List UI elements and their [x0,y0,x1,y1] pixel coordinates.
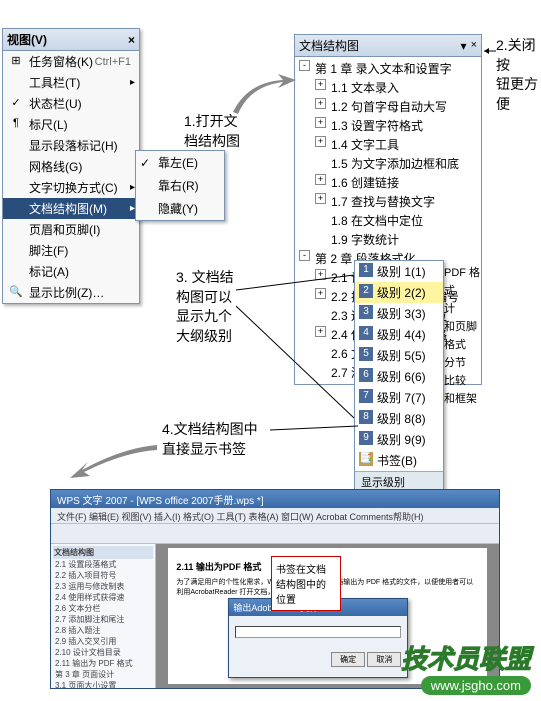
side-item[interactable]: 2.10 设计文档目录 [53,647,153,658]
submenu-item[interactable]: 靠右(R) [136,174,224,197]
menu-icon: ¶ [7,117,25,133]
arrow-2 [484,44,498,58]
tree-node[interactable]: 1.9 字数统计 [297,230,479,249]
view-menu-title: 视图(V) × [3,29,139,51]
menu-icon [7,201,25,217]
tree-peek: PDF 格式计和页脚格式分节比较和框架 [444,264,482,408]
arrow-down [52,440,162,490]
wps-toolbar[interactable] [51,524,499,544]
tree-toggle[interactable]: + [315,117,326,128]
side-item[interactable]: 2.7 添加脚注和尾注 [53,614,153,625]
side-item[interactable]: 2.11 输出为 PDF 格式 [53,658,153,669]
menu-icon [7,159,25,175]
level-item[interactable]: 3级别 3(3) [355,303,443,324]
menu-icon [7,75,25,91]
level-item[interactable]: 7级别 7(7) [355,387,443,408]
menu-item[interactable]: ✓状态栏(U) [3,93,139,114]
menu-close-icon[interactable]: × [128,33,135,47]
level-menu: 1级别 1(1)2级别 2(2)3级别 3(3)4级别 4(4)5级别 5(5)… [354,260,444,493]
menu-item[interactable]: 标记(A) [3,261,139,282]
wps-menubar[interactable]: 文件(F) 编辑(E) 视图(V) 插入(I) 格式(O) 工具(T) 表格(A… [51,508,499,524]
tree-node[interactable]: +1.6 创建链接 [297,173,479,192]
level-item[interactable]: 5级别 5(5) [355,345,443,366]
wps-titlebar: WPS 文字 2007 - [WPS office 2007手册.wps *] [51,490,499,508]
side-item[interactable]: 2.3 运用与修改制表 [53,581,153,592]
side-item[interactable]: 2.8 插入题注 [53,625,153,636]
level-item[interactable]: 9级别 9(9) [355,429,443,450]
menu-item[interactable]: 网格线(G) [3,156,139,177]
bookmark-callout: 书签在文档结构图中的位置 [271,556,341,611]
annotation-2: 2.关闭按钮更方便 [496,36,541,114]
tree-node[interactable]: +1.7 查找与替换文字 [297,192,479,211]
arrow-1 [228,72,298,122]
menu-icon: ✓ [7,96,25,112]
doc-panel-titlebar: 文档结构图 ▾× [295,35,481,57]
arrow-4 [270,420,360,450]
side-item[interactable]: 2.4 使用样式获得速 [53,592,153,603]
tree-toggle[interactable]: + [315,98,326,109]
tree-node[interactable]: -第 1 章 录入文本和设置字 [297,59,479,78]
menu-icon [7,222,25,238]
menu-icon: ⊞ [7,54,25,70]
tree-toggle[interactable]: + [315,193,326,204]
tree-node[interactable]: +1.2 句首字母自动大写 [297,97,479,116]
view-menu: 视图(V) × ⊞任务窗格(K)Ctrl+F1工具栏(T)▸✓状态栏(U)¶标尺… [2,28,140,304]
level-item[interactable]: 1级别 1(1) [355,261,443,282]
side-item[interactable]: 2.9 插入交叉引用 [53,636,153,647]
level-item[interactable]: 2级别 2(2) [355,282,443,303]
submenu-item[interactable]: ✓靠左(E) [136,151,224,174]
dialog-ok-button[interactable]: 确定 [331,652,365,667]
dropdown-icon[interactable]: ▾ [461,39,467,53]
dialog-input[interactable] [235,626,401,638]
level-item[interactable]: 8级别 8(8) [355,408,443,429]
docmap-submenu: ✓靠左(E)靠右(R)隐藏(Y) [135,150,225,221]
watermark: 技术员联盟 www.jsgho.com [401,639,531,695]
level-item[interactable]: 6级别 6(6) [355,366,443,387]
menu-icon [7,180,25,196]
menu-item[interactable]: 显示段落标记(H) [3,135,139,156]
tree-toggle[interactable]: - [299,250,310,261]
annotation-3: 3. 文档结构图可以显示九个大纲级别 [176,268,234,346]
tree-toggle[interactable]: + [315,79,326,90]
level-item[interactable]: 4级别 4(4) [355,324,443,345]
menu-icon [7,264,25,280]
side-item[interactable]: 第 3 章 页面设计 [53,669,153,680]
dialog-cancel-button[interactable]: 取消 [367,652,401,667]
side-item[interactable]: 2.6 文本分栏 [53,603,153,614]
menu-item[interactable]: 工具栏(T)▸ [3,72,139,93]
menu-item[interactable]: 脚注(F) [3,240,139,261]
submenu-item[interactable]: 隐藏(Y) [136,197,224,220]
annotation-4: 4.文档结构图中直接显示书签 [162,420,258,459]
side-item[interactable]: 2.1 设置段落格式 [53,559,153,570]
tree-node[interactable]: +1.3 设置字符格式 [297,116,479,135]
tree-toggle[interactable]: + [315,136,326,147]
close-icon[interactable]: × [471,39,477,53]
tree-node[interactable]: +1.1 文本录入 [297,78,479,97]
tree-node[interactable]: 1.8 在文档中定位 [297,211,479,230]
menu-item[interactable]: 文档结构图(M)▸ [3,198,139,219]
menu-item[interactable]: 🔍显示比例(Z)… [3,282,139,303]
tree-node[interactable]: +1.4 文字工具 [297,135,479,154]
menu-item[interactable]: 页眉和页脚(I) [3,219,139,240]
side-item[interactable]: 3.1 页面大小设置 [53,680,153,688]
wps-doc-map[interactable]: 文档结构图2.1 设置段落格式2.2 插入项目符号2.3 运用与修改制表2.4 … [51,544,156,688]
menu-icon [7,243,25,259]
menu-icon [7,138,25,154]
menu-icon: 🔍 [7,285,25,301]
menu-item[interactable]: ⊞任务窗格(K)Ctrl+F1 [3,51,139,72]
tree-toggle[interactable]: - [299,60,310,71]
level-item[interactable]: 📑书签(B) [355,450,443,471]
tree-toggle[interactable]: + [315,174,326,185]
arrow-3b [236,300,356,420]
side-item[interactable]: 2.2 插入项目符号 [53,570,153,581]
menu-item[interactable]: ¶标尺(L) [3,114,139,135]
menu-item[interactable]: 文字切换方式(C)▸ [3,177,139,198]
tree-node[interactable]: 1.5 为文字添加边框和底 [297,154,479,173]
